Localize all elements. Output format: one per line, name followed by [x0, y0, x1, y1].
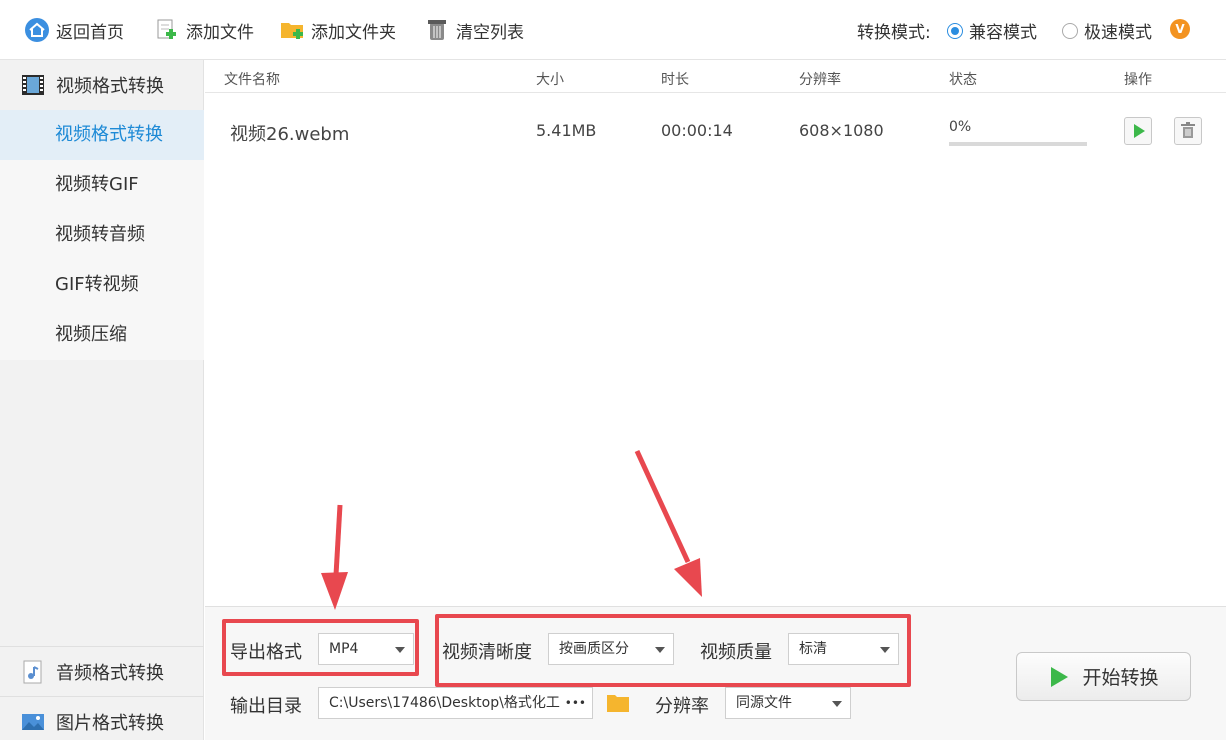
annotation-arrow-icon: [321, 504, 348, 610]
annotation-arrow-icon: [634, 449, 702, 597]
annotation-arrows: [321, 449, 702, 610]
